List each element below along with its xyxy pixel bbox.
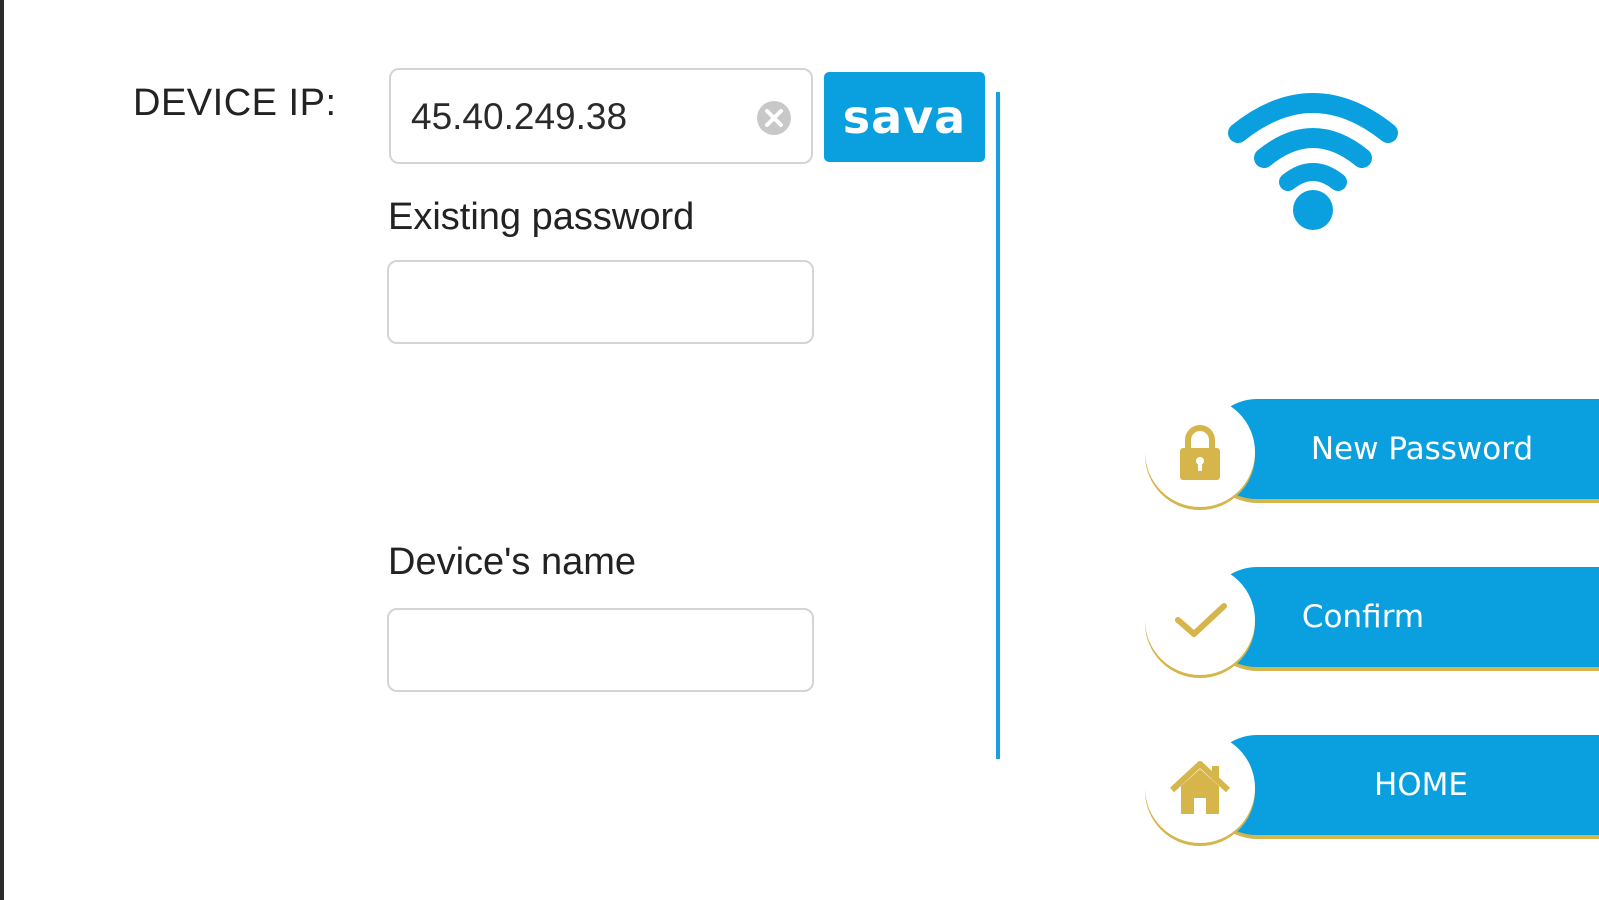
settings-screen: DEVICE IP: 45.40.249.38 sava Existing pa…: [0, 0, 1599, 900]
new-password-button[interactable]: New Password: [1145, 397, 1599, 507]
new-password-label: New Password: [1310, 431, 1534, 467]
wifi-icon: [1228, 93, 1398, 230]
device-name-label: Device's name: [388, 541, 637, 583]
save-button[interactable]: sava: [824, 72, 985, 162]
window-edge: [0, 0, 4, 900]
confirm-label: Confirm: [1301, 599, 1425, 635]
existing-password-label: Existing password: [388, 196, 695, 238]
clear-circle-icon[interactable]: [755, 99, 793, 137]
device-ip-input[interactable]: 45.40.249.38: [389, 68, 813, 164]
device-ip-label: DEVICE IP:: [133, 82, 337, 124]
home-button[interactable]: HOME: [1145, 733, 1599, 843]
device-name-input[interactable]: [387, 608, 814, 692]
divider-line: [996, 92, 1000, 759]
device-ip-value: 45.40.249.38: [411, 96, 628, 137]
home-label: HOME: [1373, 767, 1469, 803]
confirm-button[interactable]: Confirm: [1145, 565, 1599, 675]
existing-password-input[interactable]: [387, 260, 814, 344]
